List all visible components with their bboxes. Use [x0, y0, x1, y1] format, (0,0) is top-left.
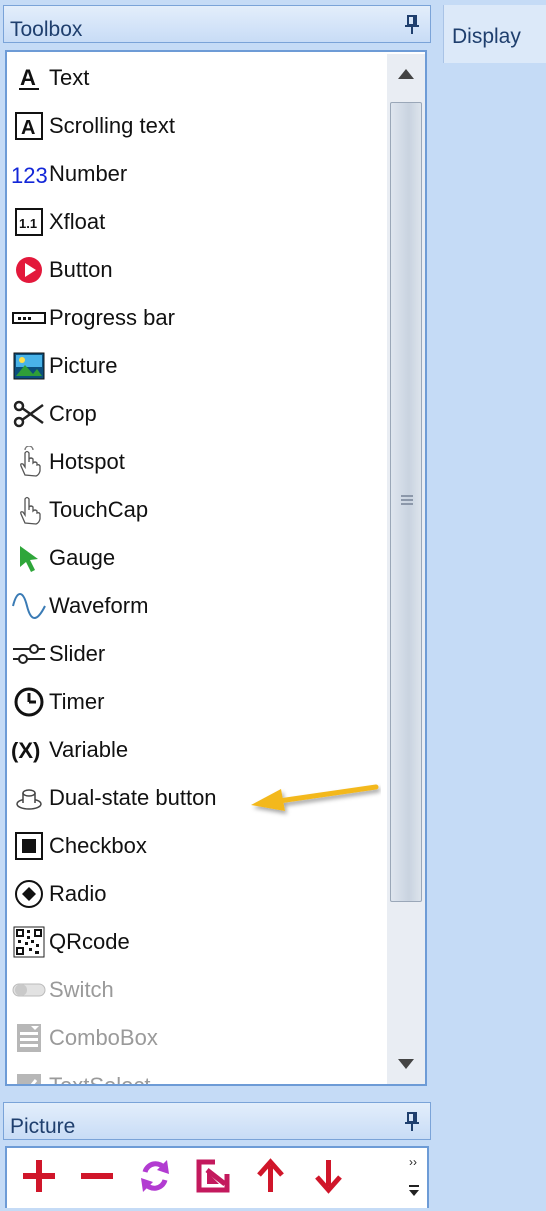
- checkbox-icon: [11, 828, 47, 864]
- svg-text:123: 123: [11, 163, 47, 188]
- highlight-arrow: [251, 784, 379, 811]
- toolbox-title: Toolbox: [10, 18, 83, 41]
- xfloat-icon: 1.1: [11, 204, 47, 240]
- radio-icon: [11, 876, 47, 912]
- toolbox-item-combobox[interactable]: ComboBox: [11, 1018, 381, 1058]
- picture-panel-title: Picture: [10, 1115, 76, 1138]
- svg-text:››: ››: [409, 1155, 417, 1169]
- toolbox-item-number[interactable]: 123 Number: [11, 154, 381, 194]
- arrow-down-icon: [315, 1160, 342, 1194]
- minus-icon: [81, 1173, 113, 1179]
- toolbox-header: Toolbox: [3, 5, 431, 43]
- toolbox-item-touchcap[interactable]: TouchCap: [11, 490, 381, 530]
- toolbox-item-radio[interactable]: Radio: [11, 874, 381, 914]
- dual-state-button-icon: [11, 780, 47, 816]
- picture-toolbar: ››: [5, 1146, 429, 1208]
- clock-icon: [11, 684, 47, 720]
- toolbox-item-checkbox[interactable]: Checkbox: [11, 826, 381, 866]
- touch-hand-icon: [11, 492, 47, 528]
- pin-icon[interactable]: [404, 1112, 420, 1132]
- plus-icon: [23, 1160, 55, 1192]
- edit-picture-button[interactable]: [193, 1156, 233, 1196]
- toolbox-item-variable[interactable]: (X) Variable: [11, 730, 381, 770]
- toolbox-item-button[interactable]: Button: [11, 250, 381, 290]
- tab-display-label: Display: [452, 25, 521, 48]
- grip-icon: [401, 495, 413, 507]
- add-picture-button[interactable]: [19, 1156, 59, 1196]
- gauge-pointer-icon: [11, 540, 47, 576]
- toolbox-item-slider[interactable]: Slider: [11, 634, 381, 674]
- textselect-icon: [11, 1068, 47, 1084]
- arrow-up-icon: [257, 1158, 284, 1192]
- qrcode-icon: [11, 924, 47, 960]
- toolbox-item-gauge[interactable]: Gauge: [11, 538, 381, 578]
- toolbar-overflow-button[interactable]: ››: [403, 1152, 425, 1206]
- svg-text:1.1: 1.1: [19, 216, 37, 231]
- scissors-icon: [11, 396, 47, 432]
- remove-picture-button[interactable]: [77, 1156, 117, 1196]
- edit-export-icon: [196, 1159, 230, 1193]
- waveform-icon: [11, 588, 47, 624]
- tab-display[interactable]: Display: [443, 5, 546, 63]
- move-down-button[interactable]: [309, 1156, 349, 1196]
- triangle-up-icon: [398, 69, 414, 79]
- toolbox-item-crop[interactable]: Crop: [11, 394, 381, 434]
- picture-icon: [11, 348, 47, 384]
- progress-bar-icon: [11, 300, 47, 336]
- toolbox-list: A Text A Scrolling text 123 Number 1.1 X…: [5, 50, 427, 1086]
- slider-icon: [11, 636, 47, 672]
- scrolling-text-icon: A: [11, 108, 47, 144]
- scroll-up-button[interactable]: [387, 54, 425, 94]
- triangle-down-icon: [398, 1059, 414, 1069]
- number-icon: 123: [11, 156, 47, 192]
- toolbox-item-xfloat[interactable]: 1.1 Xfloat: [11, 202, 381, 242]
- toolbox-item-timer[interactable]: Timer: [11, 682, 381, 722]
- button-icon: [11, 252, 47, 288]
- combobox-icon: [11, 1020, 47, 1056]
- vertical-scrollbar[interactable]: [387, 54, 425, 1084]
- svg-text:(X): (X): [11, 738, 40, 763]
- picture-panel-header: Picture: [3, 1102, 431, 1140]
- replace-picture-button[interactable]: [135, 1156, 175, 1196]
- toolbox-item-picture[interactable]: Picture: [11, 346, 381, 386]
- pin-icon[interactable]: [404, 15, 420, 35]
- svg-text:A: A: [21, 117, 35, 139]
- refresh-icon: [141, 1160, 169, 1192]
- toolbox-item-textselect[interactable]: TextSelect: [11, 1066, 381, 1084]
- switch-icon: [11, 972, 47, 1008]
- toolbox-item-text[interactable]: A Text: [11, 58, 381, 98]
- svg-text:A: A: [20, 65, 36, 90]
- toolbox-item-waveform[interactable]: Waveform: [11, 586, 381, 626]
- move-up-button[interactable]: [251, 1156, 291, 1196]
- hotspot-hand-icon: [11, 444, 47, 480]
- text-icon: A: [11, 60, 47, 96]
- toolbox-item-scrolling-text[interactable]: A Scrolling text: [11, 106, 381, 146]
- variable-icon: (X): [11, 732, 47, 768]
- toolbox-item-switch[interactable]: Switch: [11, 970, 381, 1010]
- toolbox-item-hotspot[interactable]: Hotspot: [11, 442, 381, 482]
- toolbox-item-progress-bar[interactable]: Progress bar: [11, 298, 381, 338]
- scroll-down-button[interactable]: [387, 1044, 425, 1084]
- overflow-chevron-icon: ››: [409, 1155, 419, 1196]
- scroll-thumb[interactable]: [390, 102, 422, 902]
- toolbox-item-qrcode[interactable]: QRcode: [11, 922, 381, 962]
